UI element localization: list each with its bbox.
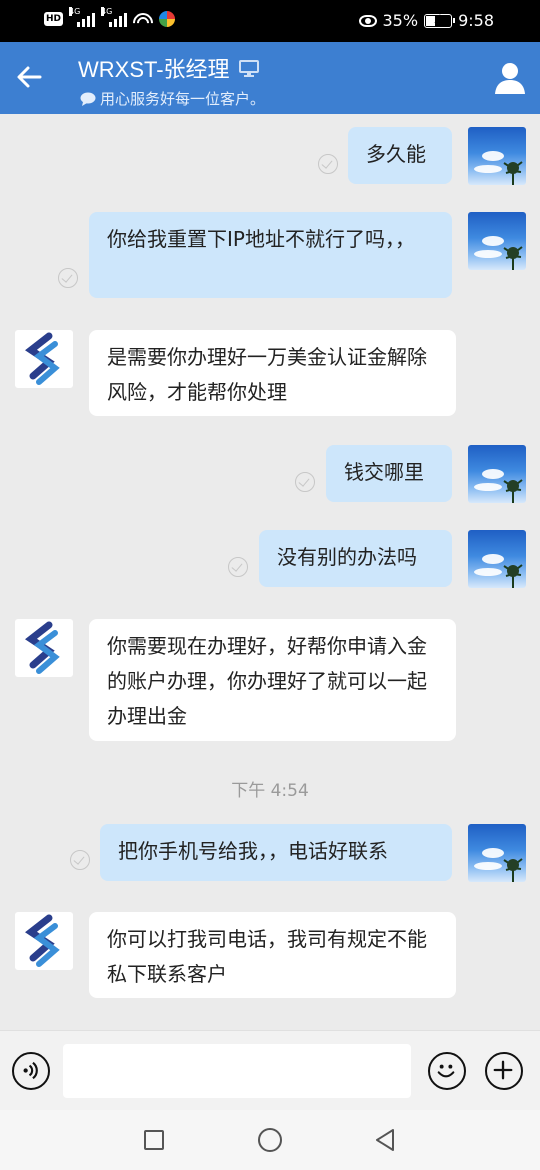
agent-logo-icon xyxy=(25,332,60,385)
user-avatar[interactable] xyxy=(468,127,526,185)
read-receipt-icon xyxy=(295,472,315,492)
system-navigation-bar xyxy=(0,1110,540,1170)
contact-name: WRXST-张经理 xyxy=(78,57,230,82)
user-avatar[interactable] xyxy=(468,445,526,503)
eye-comfort-icon xyxy=(358,14,377,27)
voice-button[interactable] xyxy=(12,1052,50,1090)
app-notification-icon xyxy=(159,11,176,27)
message-bubble-outgoing[interactable]: 把你手机号给我，，电话好联系 xyxy=(100,824,452,881)
home-button[interactable] xyxy=(258,1128,282,1152)
message-bubble-outgoing[interactable]: 你给我重置下IP地址不就行了吗，， xyxy=(89,212,452,298)
input-bar xyxy=(0,1030,540,1110)
back-button[interactable] xyxy=(14,62,50,94)
message-timestamp: 下午 4:54 xyxy=(231,781,309,801)
user-avatar[interactable] xyxy=(468,212,526,270)
message-bubble-incoming[interactable]: 是需要你办理好一万美金认证金解除风险，才能帮你处理 xyxy=(89,330,456,416)
recents-button[interactable] xyxy=(144,1130,164,1150)
message-bubble-outgoing[interactable]: 没有别的办法吗 xyxy=(259,530,452,587)
agent-avatar[interactable] xyxy=(15,330,73,388)
message-bubble-incoming[interactable]: 你可以打我司电话，我司有规定不能私下联系客户 xyxy=(89,912,456,998)
message-list: 多久能 你给我重置下IP地址不就行了吗，， 是需要你办理好一万美金认证金解除风险… xyxy=(0,114,540,1030)
emoji-button[interactable] xyxy=(428,1052,466,1090)
profile-button[interactable] xyxy=(490,58,530,98)
back-arrow-icon xyxy=(17,66,42,88)
person-icon xyxy=(495,63,525,94)
message-bubble-outgoing[interactable]: 钱交哪里 xyxy=(326,445,452,502)
agent-avatar[interactable] xyxy=(15,912,73,970)
signal-icon: 4G xyxy=(101,7,128,27)
agent-logo-icon xyxy=(25,621,60,674)
read-receipt-icon xyxy=(58,268,78,288)
message-input[interactable] xyxy=(63,1044,411,1098)
read-receipt-icon xyxy=(70,850,90,870)
agent-logo-icon xyxy=(25,914,60,967)
status-bar: HD 4G 4G 35% ⚡ 9:58 xyxy=(0,0,540,42)
voice-icon xyxy=(23,1061,38,1080)
clock: 9:58 xyxy=(458,11,494,30)
message-bubble-outgoing[interactable]: 多久能 xyxy=(348,127,452,184)
user-avatar[interactable] xyxy=(468,824,526,882)
message-bubble-incoming[interactable]: 你需要现在办理好，好帮你申请入金的账户办理，你办理好了就可以一起办理出金 xyxy=(89,619,456,741)
read-receipt-icon xyxy=(228,557,248,577)
signal-icon: 4G xyxy=(69,7,96,27)
agent-avatar[interactable] xyxy=(15,619,73,677)
plus-icon xyxy=(493,1060,513,1080)
add-attachment-button[interactable] xyxy=(485,1052,523,1090)
chat-bubble-icon xyxy=(80,92,96,106)
smiley-icon xyxy=(437,1064,455,1078)
chat-header: WRXST-张经理 用心服务好每一位客户。 xyxy=(0,42,540,114)
battery-percent: 35% xyxy=(382,11,419,30)
contact-signature: 用心服务好每一位客户。 xyxy=(100,90,266,108)
battery-icon: ⚡ xyxy=(424,12,456,28)
read-receipt-icon xyxy=(318,154,338,174)
hd-badge: HD xyxy=(44,12,64,26)
wifi-icon xyxy=(133,11,154,27)
desktop-icon xyxy=(238,60,259,77)
user-avatar[interactable] xyxy=(468,530,526,588)
back-triangle-icon[interactable] xyxy=(374,1128,396,1152)
